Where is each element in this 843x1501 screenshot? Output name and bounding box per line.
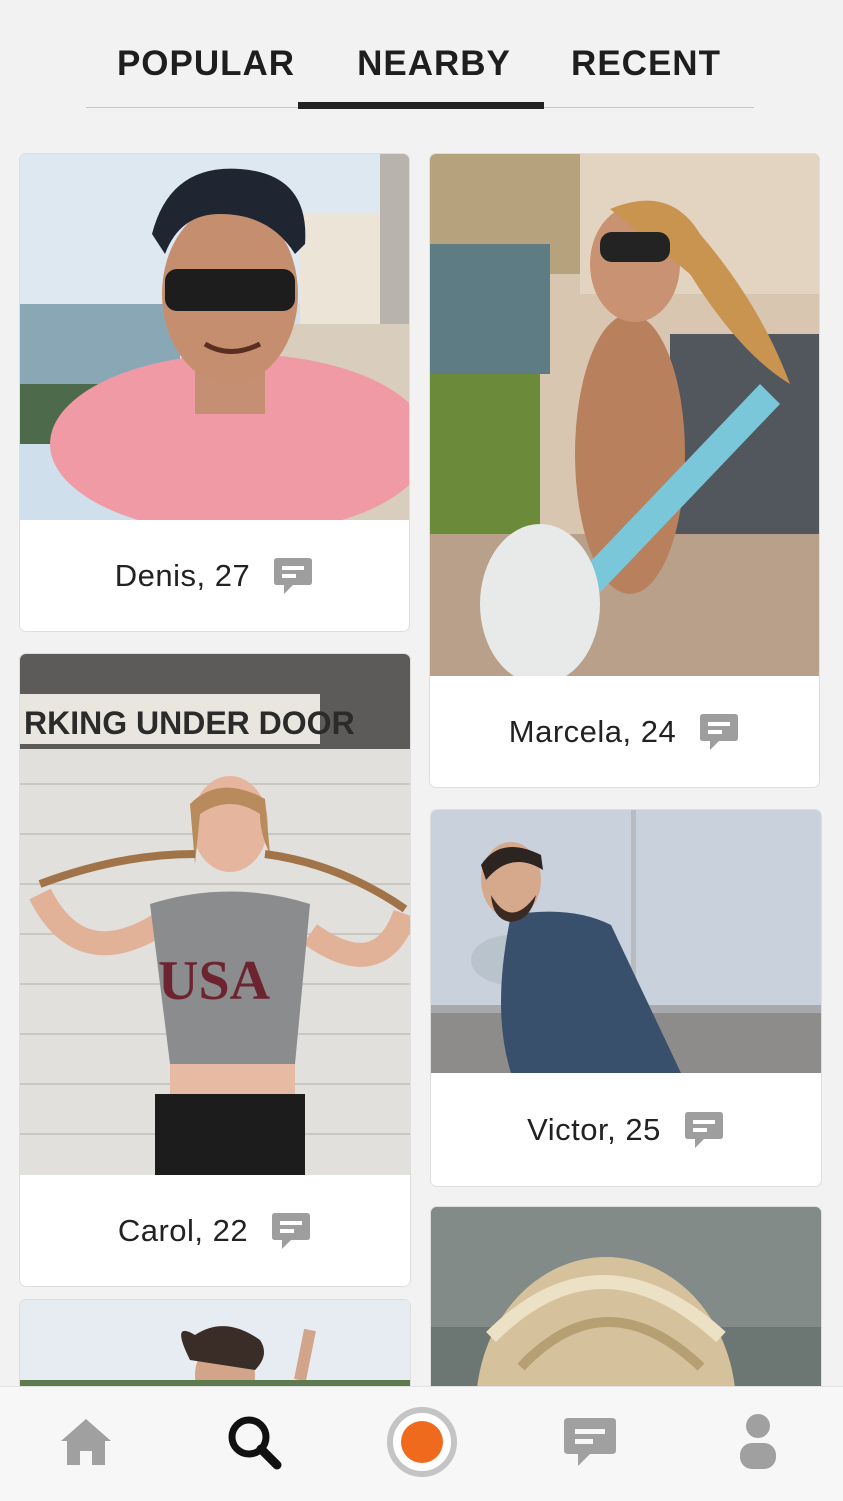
nav-profile[interactable] [698,1387,818,1501]
message-icon[interactable] [272,555,314,597]
nav-search[interactable] [194,1387,314,1501]
nav-home[interactable] [26,1387,146,1501]
profile-name: Marcela, 24 [508,713,677,749]
profile-name: Carol, 22 [117,1212,249,1248]
message-icon[interactable] [270,1210,312,1252]
profile-photo [430,154,819,676]
search-icon [225,1413,283,1476]
profile-icon [738,1413,778,1476]
profile-photo [431,810,821,1073]
profile-caption: Denis, 27 [20,520,409,631]
profile-card-marcela[interactable]: Marcela, 24 [430,154,819,787]
sign-text: RKING UNDER DOOR [24,705,355,741]
tab-recent[interactable]: RECENT [546,44,746,84]
record-icon [386,1406,458,1483]
profile-photo: RKING UNDER DOOR USA [20,654,410,1175]
shirt-text: USA [158,950,271,1012]
message-icon[interactable] [683,1109,725,1151]
tab-nearby[interactable]: NEARBY [334,44,534,84]
profile-name: Victor, 25 [527,1111,661,1147]
profile-card-carol[interactable]: RKING UNDER DOOR USA Carol, 22 [20,654,410,1286]
profile-caption: Carol, 22 [20,1175,410,1286]
nav-messages[interactable] [530,1387,650,1501]
tab-bar: POPULAR NEARBY RECENT [0,0,843,110]
profile-card-denis[interactable]: Denis, 27 [20,154,409,631]
tab-popular[interactable]: POPULAR [106,44,306,84]
nav-record[interactable] [362,1387,482,1501]
profile-card-victor[interactable]: Victor, 25 [431,810,821,1186]
profile-name: Denis, 27 [114,557,251,593]
home-icon [59,1415,113,1474]
bottom-nav [0,1386,843,1501]
active-tab-indicator [298,102,544,109]
chat-icon [562,1414,618,1475]
message-icon[interactable] [698,711,740,753]
profile-photo [20,154,409,520]
profile-caption: Victor, 25 [431,1073,821,1186]
profile-caption: Marcela, 24 [430,676,819,787]
